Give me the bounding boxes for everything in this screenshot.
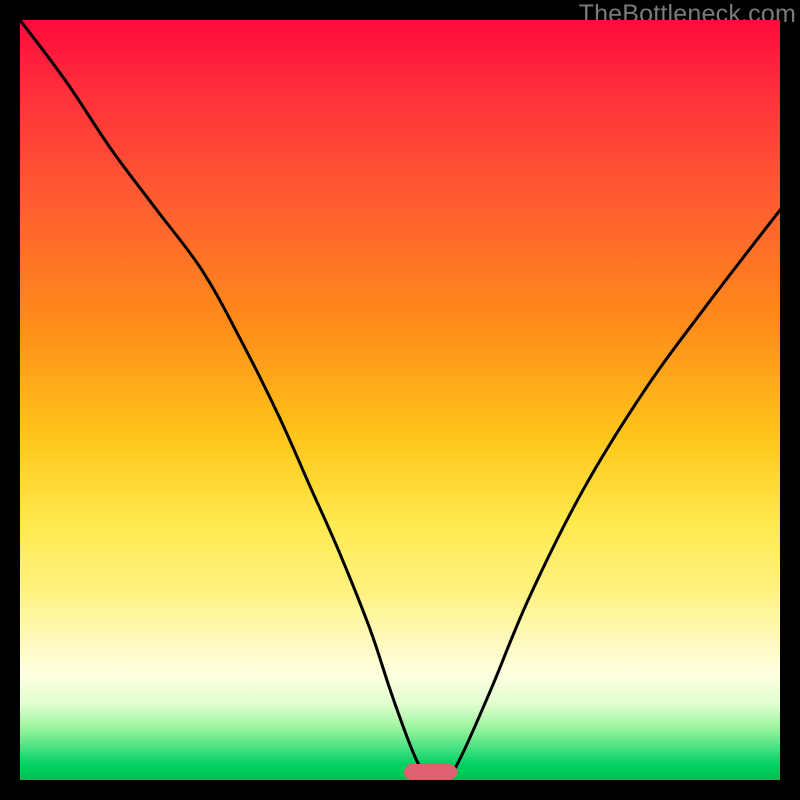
plot-area bbox=[20, 20, 780, 780]
bottleneck-curve bbox=[20, 20, 780, 780]
optimal-range-marker bbox=[404, 764, 457, 780]
chart-frame: TheBottleneck.com bbox=[0, 0, 800, 800]
